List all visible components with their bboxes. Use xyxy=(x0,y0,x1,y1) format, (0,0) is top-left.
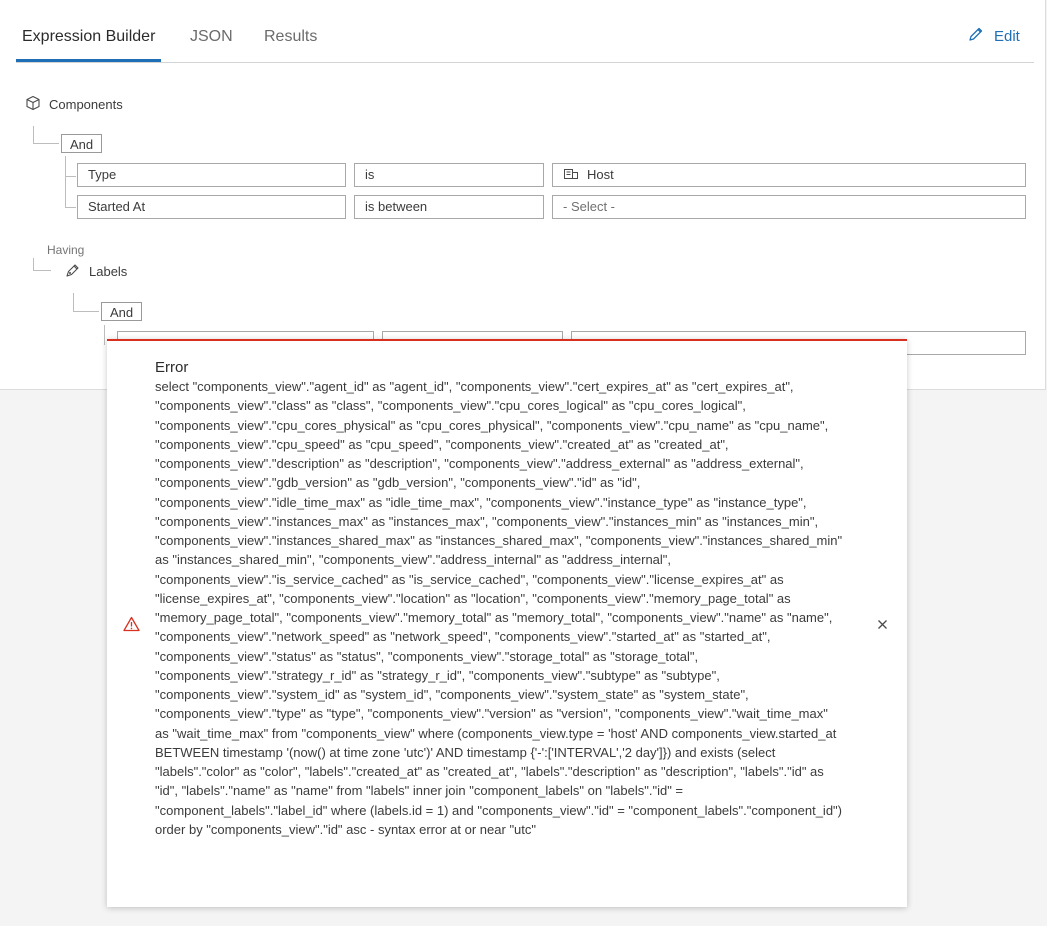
field-select[interactable]: Started At xyxy=(77,195,346,219)
tab-bar: Expression Builder JSON Results xyxy=(16,0,1034,63)
tree-line xyxy=(65,207,76,208)
tab-json[interactable]: JSON xyxy=(190,28,233,46)
server-icon xyxy=(563,168,579,182)
value-select[interactable]: Host xyxy=(552,163,1026,187)
error-title: Error xyxy=(155,359,189,376)
value-text: Host xyxy=(587,167,614,182)
and-operator-button[interactable]: And xyxy=(61,134,103,153)
tree-line xyxy=(33,143,59,144)
tree-line xyxy=(33,258,34,270)
tab-expression-builder[interactable]: Expression Builder xyxy=(22,28,155,46)
pencil-icon xyxy=(968,26,984,46)
operator-select[interactable]: is xyxy=(354,163,544,187)
tab-results[interactable]: Results xyxy=(264,28,317,46)
active-tab-indicator xyxy=(16,59,161,62)
components-label: Components xyxy=(49,97,123,112)
and-operator-button[interactable]: And xyxy=(101,302,143,321)
field-select[interactable]: Type xyxy=(77,163,346,187)
tag-icon xyxy=(65,262,81,281)
tree-line xyxy=(65,156,66,208)
close-icon[interactable] xyxy=(877,617,888,635)
error-notification: Error select "components_view"."agent_id… xyxy=(107,339,907,907)
edit-label: Edit xyxy=(994,27,1020,45)
components-node: Components xyxy=(25,95,123,114)
having-label: Having xyxy=(47,243,85,257)
warning-icon xyxy=(123,616,140,637)
error-message: select "components_view"."agent_id" as "… xyxy=(155,379,843,837)
labels-label: Labels xyxy=(89,264,128,279)
labels-node: Labels xyxy=(65,262,127,281)
tree-line xyxy=(65,176,76,177)
tree-line xyxy=(73,311,99,312)
value-select[interactable]: - Select - xyxy=(552,195,1026,219)
edit-button[interactable]: Edit xyxy=(968,26,1020,46)
operator-select[interactable]: is between xyxy=(354,195,544,219)
tree-line xyxy=(73,293,74,311)
tree-line xyxy=(33,126,34,144)
tree-line xyxy=(104,325,105,345)
tree-line xyxy=(33,270,51,271)
expression-builder-panel: Expression Builder JSON Results Edit Com… xyxy=(0,0,1046,390)
cube-icon xyxy=(25,95,41,114)
